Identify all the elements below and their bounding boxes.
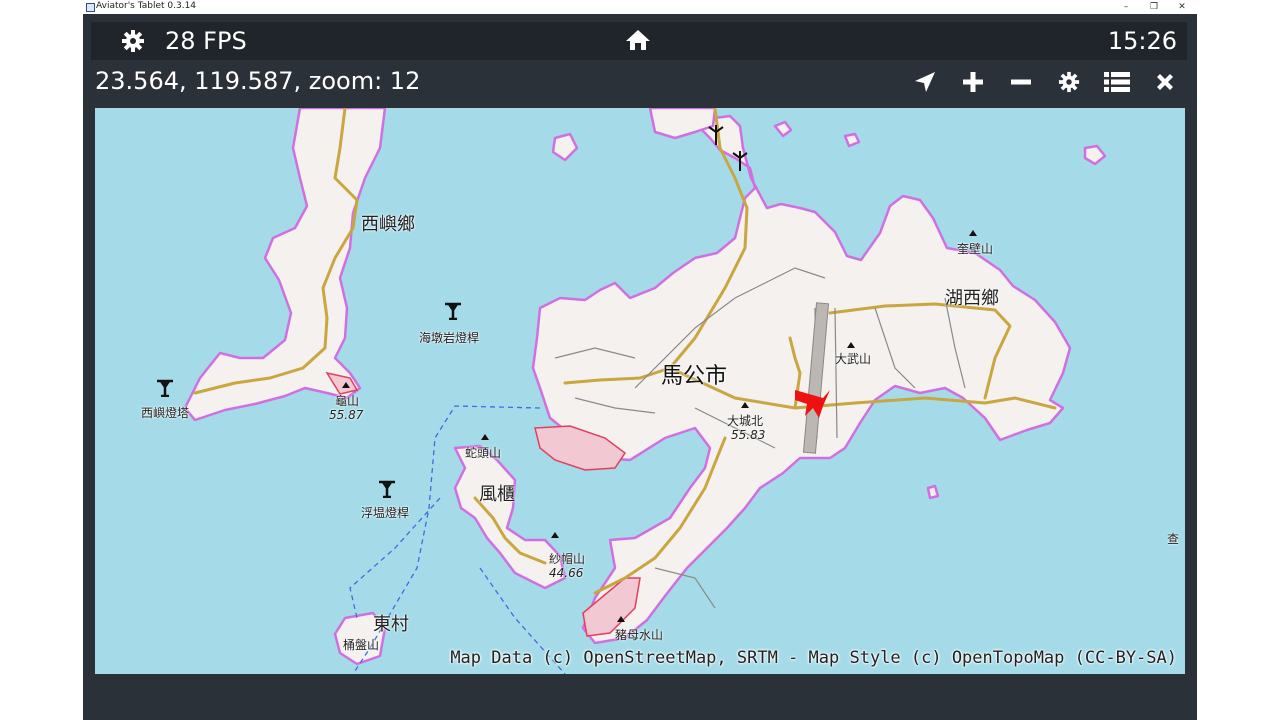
close-icon[interactable] <box>1147 68 1183 96</box>
gear-icon[interactable] <box>121 29 145 57</box>
locate-icon[interactable] <box>907 68 943 96</box>
map-label: 東村 <box>373 614 409 635</box>
map-label: 西嶼燈塔 <box>141 406 190 420</box>
map-label: 湖西鄉 <box>945 288 999 309</box>
window-title: Aviator's Tablet 0.3.14 <box>96 1 197 11</box>
status-bar: 28 FPS 15:26 <box>91 22 1187 60</box>
map-label: 西嶼鄉 <box>361 214 415 235</box>
peak-marker <box>481 434 489 440</box>
zoom-in-icon[interactable] <box>955 68 991 96</box>
map-toolbar <box>907 68 1183 96</box>
zoom-out-icon[interactable] <box>1003 68 1039 96</box>
map-label: 海墩岩燈桿 <box>419 331 480 345</box>
map-label: 浮塭燈桿 <box>361 506 410 520</box>
position-readout: 23.564, 119.587, zoom: 12 <box>95 67 421 95</box>
map-label: 大城北 <box>727 414 764 428</box>
tower-icon <box>377 480 397 502</box>
clock: 15:26 <box>1107 27 1177 55</box>
map-label: 大武山 <box>835 352 872 366</box>
tower-icon <box>443 302 463 324</box>
home-icon[interactable] <box>625 28 651 56</box>
wind-turbine-icon <box>731 150 749 176</box>
peak-marker <box>969 230 977 236</box>
peak-marker <box>741 402 749 408</box>
map-label: 蛇頭山 <box>465 446 502 460</box>
map-label: 豬母水山 <box>615 628 664 642</box>
list-icon[interactable] <box>1099 68 1135 96</box>
restore-button[interactable]: ❐ <box>1142 0 1166 14</box>
wind-turbine-icon <box>707 124 725 150</box>
peak-marker <box>342 382 350 388</box>
peak-marker <box>551 532 559 538</box>
map-view[interactable]: 西嶼鄉 海墩岩燈桿 馬公市 湖西鄉 奎壁山 大武山 大城北 55.83 龜山 5… <box>95 108 1185 674</box>
elevation-label: 55.83 <box>731 428 766 442</box>
map-label: 龜山 <box>335 394 360 408</box>
app-icon <box>86 3 95 12</box>
map-label: 風櫃 <box>479 484 515 505</box>
peak-marker <box>617 616 625 622</box>
tower-icon <box>155 379 175 401</box>
window-titlebar: Aviator's Tablet 0.3.14 – ❐ ✕ <box>0 0 1280 14</box>
map-attribution: Map Data (c) OpenStreetMap, SRTM - Map S… <box>450 648 1177 668</box>
settings-icon[interactable] <box>1051 68 1087 96</box>
map-label: 馬公市 <box>661 364 728 389</box>
map-base-layer <box>183 108 1107 674</box>
app-window: 28 FPS 15:26 23.564, 119.587, zoom: 12 西… <box>83 14 1197 720</box>
window-close-button[interactable]: ✕ <box>1170 0 1194 14</box>
map-label: 紗帽山 <box>549 552 586 566</box>
map-label: 奎壁山 <box>957 242 994 256</box>
peak-marker <box>847 342 855 348</box>
minimize-button[interactable]: – <box>1114 0 1138 14</box>
map-label: 桶盤山 <box>343 638 380 652</box>
map-label: 查 <box>1167 532 1180 546</box>
elevation-label: 44.66 <box>549 566 584 580</box>
elevation-label: 55.87 <box>329 408 364 422</box>
fps-counter: 28 FPS <box>165 27 247 55</box>
